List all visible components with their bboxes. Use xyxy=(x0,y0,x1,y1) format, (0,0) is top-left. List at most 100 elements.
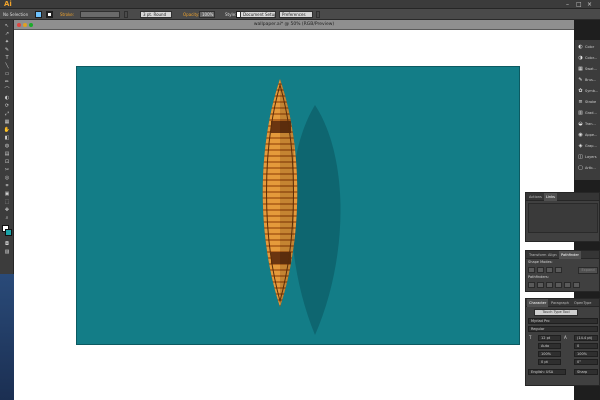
symbols-icon: ✿ xyxy=(578,88,583,94)
line-tool-icon[interactable]: ╲ xyxy=(2,63,12,70)
dock-appearance[interactable]: ◉ Appe... xyxy=(577,131,600,140)
preferences-button[interactable]: Preferences xyxy=(279,11,313,18)
merge-button[interactable] xyxy=(546,282,553,288)
selection-tool-icon[interactable]: ↖ xyxy=(2,23,12,30)
shape-builder-tool-icon[interactable]: ✋ xyxy=(2,127,12,134)
graph-tool-icon[interactable]: ⌗ xyxy=(2,183,12,190)
touch-type-tool-button[interactable]: Touch Type Tool xyxy=(534,309,578,316)
pathfinders-label: Pathfinders: xyxy=(528,275,549,279)
direct-selection-tool-icon[interactable]: ↗ xyxy=(2,31,12,38)
exclude-button[interactable] xyxy=(555,267,562,273)
brush-tool-icon[interactable]: ⌒ xyxy=(2,87,12,94)
app-logo: Ai xyxy=(4,0,12,8)
opacity-field[interactable]: 100% xyxy=(199,11,215,18)
dock-color[interactable]: ◐ Color xyxy=(577,43,600,52)
gradient-tool-icon[interactable]: ▤ xyxy=(2,151,12,158)
eyedropper-tool-icon[interactable]: ⊡ xyxy=(2,159,12,166)
illustrator-window: Ai – □ × No Selection Stroke: 3 pt. Roun… xyxy=(0,0,600,400)
draw-mode-icon[interactable]: ◘ xyxy=(2,241,12,248)
stroke-weight-field[interactable] xyxy=(80,11,120,18)
intersect-button[interactable] xyxy=(546,267,553,273)
links-list[interactable] xyxy=(528,203,598,233)
dock-stroke[interactable]: ≡ Stroke xyxy=(577,98,600,107)
baseline-shift-field[interactable]: 0 pt xyxy=(538,359,561,365)
fill-swatch[interactable] xyxy=(35,11,42,18)
dock-gradient[interactable]: ▥ Grad... xyxy=(577,109,600,118)
canoe-illustration[interactable] xyxy=(77,67,521,346)
perspective-tool-icon[interactable]: ◧ xyxy=(2,135,12,142)
tab-actions[interactable]: Actions xyxy=(527,193,544,201)
dock-graphic-styles[interactable]: ◈ Grap... xyxy=(577,142,600,151)
screen-mode-icon[interactable]: ▨ xyxy=(2,249,12,256)
leading-field[interactable]: (14.4 pt) xyxy=(574,335,598,341)
align-options-button[interactable] xyxy=(316,11,320,18)
free-transform-tool-icon[interactable]: ▦ xyxy=(2,119,12,126)
artboard-tool-icon[interactable]: ▣ xyxy=(2,191,12,198)
horizontal-scale-field[interactable]: 100% xyxy=(574,351,598,357)
dock-transparency[interactable]: ◒ Tran... xyxy=(577,120,600,129)
rectangle-tool-icon[interactable]: ▭ xyxy=(2,71,12,78)
maximize-icon[interactable]: □ xyxy=(576,0,582,9)
dock-artboards[interactable]: ▢ Artb... xyxy=(577,164,600,173)
language-dropdown[interactable]: English: USA xyxy=(528,369,566,375)
opacity-label[interactable]: Opacity: xyxy=(183,9,199,20)
blob-brush-tool-icon[interactable]: ◐ xyxy=(2,95,12,102)
canoe-plank xyxy=(257,307,303,311)
brush-definition-dropdown[interactable]: 3 pt. Round xyxy=(140,11,172,18)
outline-button[interactable] xyxy=(564,282,571,288)
stroke-color-swatch[interactable] xyxy=(5,229,12,236)
tracking-field[interactable]: 0 xyxy=(574,343,598,349)
hand-tool-icon[interactable]: ✥ xyxy=(2,207,12,214)
tab-opentype[interactable]: OpenType xyxy=(572,299,593,307)
antialiasing-dropdown[interactable]: Sharp xyxy=(574,369,598,375)
tab-character[interactable]: Character xyxy=(527,299,549,307)
dock-layers[interactable]: ◫ Layers xyxy=(577,153,600,162)
zoom-tool-icon[interactable]: ⌕ xyxy=(2,215,12,222)
mesh-tool-icon[interactable]: ◍ xyxy=(2,143,12,150)
document-title: wallpaper.ai* @ 50% (RGB/Preview) xyxy=(253,22,335,27)
tab-align[interactable]: Align xyxy=(546,251,559,259)
dock-swatches[interactable]: ▦ Swat... xyxy=(577,65,600,74)
slice-tool-icon[interactable]: ⬚ xyxy=(2,199,12,206)
pen-tool-icon[interactable]: ✎ xyxy=(2,47,12,54)
type-tool-icon[interactable]: T xyxy=(2,55,12,62)
font-family-dropdown[interactable]: Myriad Pro xyxy=(528,318,598,324)
magic-wand-tool-icon[interactable]: ✦ xyxy=(2,39,12,46)
canoe-plank xyxy=(257,313,303,317)
tab-pathfinder[interactable]: Pathfinder xyxy=(559,251,581,259)
character-panel: Character Paragraph OpenType Touch Type … xyxy=(525,298,600,386)
font-style-dropdown[interactable]: Regular xyxy=(528,326,598,332)
minus-back-button[interactable] xyxy=(573,282,580,288)
kerning-field[interactable]: Auto xyxy=(538,343,561,349)
variable-width-dropdown[interactable] xyxy=(124,11,128,18)
artboards-icon: ▢ xyxy=(578,165,583,171)
document-setup-button[interactable]: Document Setup xyxy=(240,11,276,18)
close-icon[interactable]: × xyxy=(587,0,592,9)
artboard[interactable] xyxy=(76,66,520,345)
scissors-tool-icon[interactable]: ✂ xyxy=(2,167,12,174)
rotate-tool-icon[interactable]: ⟳ xyxy=(2,103,12,110)
dock-color-guide[interactable]: ◑ Color... xyxy=(577,54,600,63)
stroke-label[interactable]: Stroke: xyxy=(60,9,74,20)
character-rotation-field[interactable]: 0° xyxy=(574,359,598,365)
pencil-tool-icon[interactable]: ✏ xyxy=(2,79,12,86)
symbol-sprayer-tool-icon[interactable]: ◎ xyxy=(2,175,12,182)
trim-button[interactable] xyxy=(537,282,544,288)
font-size-field[interactable]: 12 pt xyxy=(538,335,561,341)
stroke-swatch[interactable] xyxy=(46,11,53,18)
minus-front-button[interactable] xyxy=(537,267,544,273)
expand-button[interactable]: Expand xyxy=(578,267,598,274)
color-icon: ◐ xyxy=(578,44,583,50)
divide-button[interactable] xyxy=(528,282,535,288)
dock-symbols[interactable]: ✿ Symb... xyxy=(577,87,600,96)
minimize-icon[interactable]: – xyxy=(566,0,569,9)
vertical-scale-field[interactable]: 100% xyxy=(538,351,561,357)
unite-button[interactable] xyxy=(528,267,535,273)
tab-paragraph[interactable]: Paragraph xyxy=(549,299,571,307)
dock-brushes[interactable]: ✎ Brus... xyxy=(577,76,600,85)
scale-tool-icon[interactable]: ⤢ xyxy=(2,111,12,118)
document-tab[interactable]: wallpaper.ai* @ 50% (RGB/Preview) xyxy=(14,20,574,30)
brushes-icon: ✎ xyxy=(578,77,583,83)
tab-links[interactable]: Links xyxy=(544,193,557,201)
crop-button[interactable] xyxy=(555,282,562,288)
